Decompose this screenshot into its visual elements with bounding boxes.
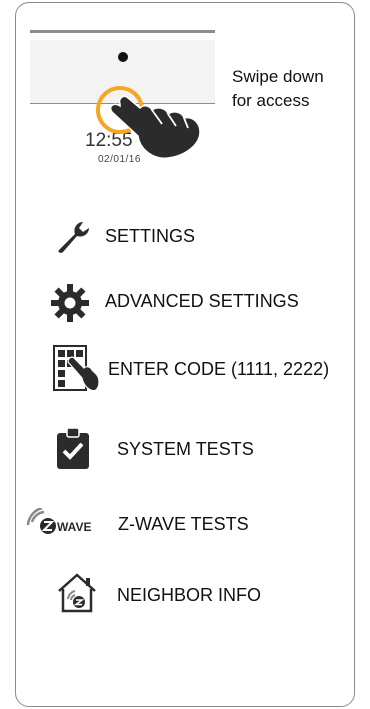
menu-item-enter-code[interactable]: ENTER CODE (1111, 2222): [108, 359, 329, 380]
camera-dot: [118, 52, 128, 62]
zwave-logo-icon: WAVE: [26, 508, 91, 534]
menu-item-label: Z-WAVE TESTS: [118, 514, 249, 534]
keypad-hand-icon: [53, 345, 100, 392]
menu-item-label: ADVANCED SETTINGS: [105, 291, 299, 311]
swipe-hand-icon: [109, 95, 201, 159]
clipboard-check-icon: [57, 427, 89, 469]
device-top-edge: [30, 30, 215, 33]
menu-item-advanced-settings[interactable]: ADVANCED SETTINGS: [105, 291, 299, 312]
menu-item-label: NEIGHBOR INFO: [117, 585, 262, 605]
swipe-instruction: Swipe down for access: [232, 65, 324, 113]
menu-item-neighbor-info[interactable]: NEIGHBOR INFO: [117, 585, 261, 606]
svg-text:WAVE: WAVE: [57, 520, 91, 534]
menu-item-label: SETTINGS: [105, 226, 196, 246]
wrench-icon: [58, 222, 89, 253]
gear-icon: [51, 284, 89, 322]
menu-item-label: ENTER CODE (1111, 2222): [108, 359, 330, 379]
menu-item-label: SYSTEM TESTS: [117, 439, 254, 459]
menu-item-zwave-tests[interactable]: Z-WAVE TESTS: [118, 514, 249, 535]
home-network-icon: [58, 573, 96, 613]
menu-item-system-tests[interactable]: SYSTEM TESTS: [117, 439, 254, 460]
swipe-instruction-line2: for access: [232, 91, 310, 110]
menu-item-settings[interactable]: SETTINGS: [105, 226, 195, 247]
swipe-instruction-line1: Swipe down: [232, 67, 324, 86]
